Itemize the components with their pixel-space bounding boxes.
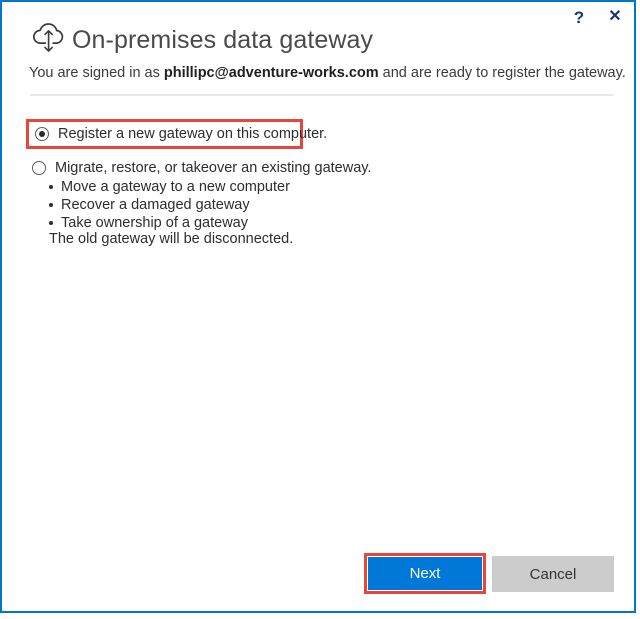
radio-button-migrate[interactable] xyxy=(32,161,46,176)
signed-in-suffix: and are ready to register the gateway. xyxy=(382,65,626,81)
dialog-header: On-premises data gateway xyxy=(28,18,373,62)
cancel-button[interactable]: Cancel xyxy=(492,556,614,592)
next-button[interactable]: Next xyxy=(368,557,482,590)
radio-option-migrate[interactable]: Migrate, restore, or takeover an existin… xyxy=(32,161,371,176)
migrate-footnote: The old gateway will be disconnected. xyxy=(49,231,294,247)
radio-label-register-new: Register a new gateway on this computer. xyxy=(58,126,328,142)
cloud-sync-icon xyxy=(28,20,70,60)
list-item: Recover a damaged gateway xyxy=(49,196,290,214)
help-icon[interactable]: ? xyxy=(568,6,590,28)
signed-in-status: You are signed in as phillipc@adventure-w… xyxy=(29,65,626,81)
radio-option-register-new[interactable]: Register a new gateway on this computer. xyxy=(35,127,327,142)
list-item: Take ownership of a gateway xyxy=(49,214,290,232)
header-divider xyxy=(30,94,614,96)
close-icon[interactable]: ✕ xyxy=(604,6,626,28)
list-item: Move a gateway to a new computer xyxy=(49,178,290,196)
radio-label-migrate: Migrate, restore, or takeover an existin… xyxy=(55,160,372,176)
highlight-box-register-option: Register a new gateway on this computer. xyxy=(26,119,327,149)
signed-in-email: phillipc@adventure-works.com xyxy=(163,65,379,81)
page-title: On-premises data gateway xyxy=(72,25,374,54)
signed-in-prefix: You are signed in as xyxy=(29,65,160,81)
gateway-dialog-window: ? ✕ On-premises data gateway You are sig… xyxy=(0,0,636,613)
radio-button-register-new[interactable] xyxy=(35,127,49,142)
migrate-bullet-list: Move a gateway to a new computer Recover… xyxy=(49,178,290,232)
titlebar-controls: ? ✕ xyxy=(568,6,626,28)
